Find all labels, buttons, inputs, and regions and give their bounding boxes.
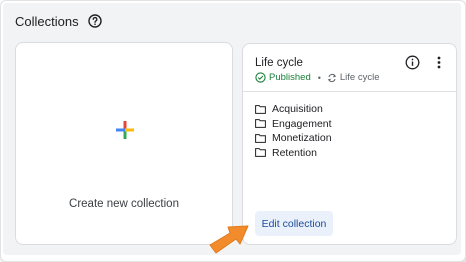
list-item[interactable]: Acquisition [255, 102, 332, 117]
check-circle-icon [255, 72, 266, 83]
screenshot-frame: Collections Create new collection Life c… [0, 0, 466, 262]
topic-label: Acquisition [272, 103, 323, 116]
collection-card-life-cycle: Life cycle Published • Life cycle Acquis… [242, 43, 457, 245]
plus-icon [114, 119, 136, 141]
folder-icon [255, 148, 266, 158]
separator-dot: • [317, 72, 321, 83]
folder-icon [255, 133, 266, 143]
topic-label: Retention [272, 146, 317, 159]
edit-collection-button[interactable]: Edit collection [255, 211, 333, 236]
collections-header: Collections [15, 12, 102, 30]
create-collection-label: Create new collection [69, 198, 179, 210]
card-divider [243, 91, 456, 92]
folder-icon [255, 119, 266, 129]
list-item[interactable]: Monetization [255, 131, 332, 146]
help-circle-icon[interactable] [87, 14, 102, 28]
collection-meta: Published • Life cycle [255, 72, 380, 83]
create-collection-card[interactable]: Create new collection [15, 42, 233, 245]
topic-list: Acquisition Engagement Monetization Rete… [255, 102, 332, 160]
published-status: Published [269, 72, 311, 83]
topic-label: Engagement [272, 117, 332, 130]
page-title: Collections [15, 13, 79, 29]
more-vert-icon[interactable] [433, 55, 445, 70]
lifecycle-icon [327, 73, 337, 83]
collection-title: Life cycle [255, 57, 303, 69]
orange-pointer-arrow-icon [206, 215, 254, 259]
list-item[interactable]: Retention [255, 146, 332, 161]
folder-icon [255, 104, 266, 114]
info-icon[interactable] [405, 55, 420, 70]
list-item[interactable]: Engagement [255, 117, 332, 132]
topic-label: Monetization [272, 132, 332, 145]
collection-type: Life cycle [339, 72, 380, 83]
